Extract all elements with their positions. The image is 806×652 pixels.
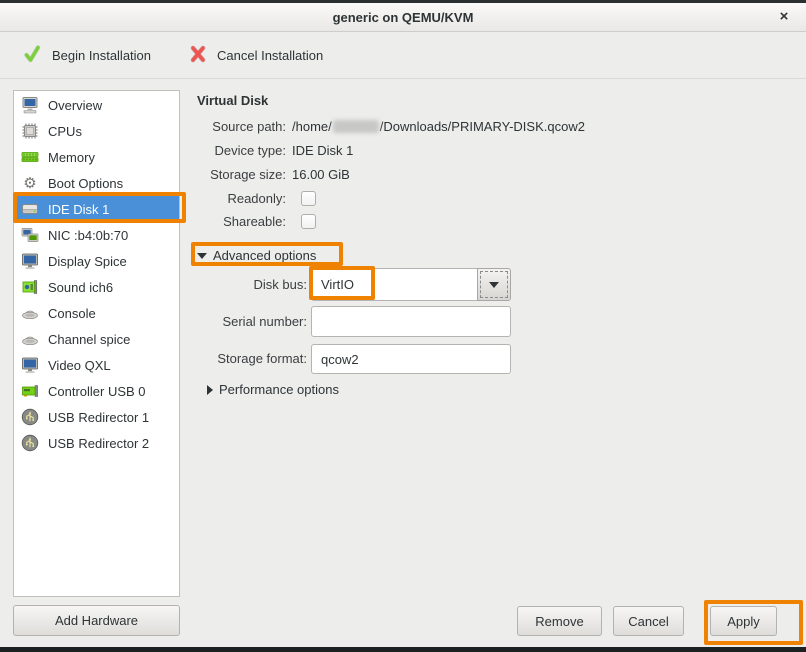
readonly-row: Readonly: (190, 191, 316, 206)
apply-label: Apply (727, 614, 760, 629)
performance-options-label: Performance options (219, 382, 339, 397)
advanced-options-label: Advanced options (213, 248, 316, 263)
cancel-button[interactable]: Cancel (613, 606, 684, 636)
checkmark-icon (22, 44, 42, 67)
sidebar-item-overview[interactable]: Overview (14, 92, 179, 118)
shareable-row: Shareable: (190, 214, 316, 229)
sidebar-item-usb-redirector-2[interactable]: USB Redirector 2 (14, 430, 179, 456)
readonly-label: Readonly: (190, 191, 286, 206)
sidebar-item-boot-options[interactable]: ⚙ Boot Options (14, 170, 179, 196)
close-icon[interactable]: × (774, 7, 794, 27)
cpu-icon (20, 121, 40, 141)
shareable-label: Shareable: (190, 214, 286, 229)
monitor-icon (20, 355, 40, 375)
vm-details-window: generic on QEMU/KVM × Begin Installation… (0, 0, 806, 652)
device-type-label: Device type: (190, 143, 286, 158)
sidebar-item-ide-disk-1[interactable]: IDE Disk 1 (14, 196, 179, 222)
window-title: generic on QEMU/KVM (333, 10, 474, 25)
sidebar-item-label: NIC :b4:0b:70 (48, 228, 128, 243)
disk-bus-dropdown-button[interactable] (477, 268, 511, 301)
storage-size-label: Storage size: (190, 167, 286, 182)
advanced-options-expander[interactable]: Advanced options (197, 248, 316, 263)
sidebar-item-video-qxl[interactable]: Video QXL (14, 352, 179, 378)
computer-icon (20, 95, 40, 115)
sidebar-item-usb-redirector-1[interactable]: USB Redirector 1 (14, 404, 179, 430)
sidebar-item-display-spice[interactable]: Display Spice (14, 248, 179, 274)
expander-open-icon (197, 253, 207, 259)
sidebar-item-channel-spice[interactable]: Channel spice (14, 326, 179, 352)
serial-icon (20, 329, 40, 349)
storage-size-value: 16.00 GiB (292, 167, 350, 182)
sidebar-item-label: Channel spice (48, 332, 130, 347)
shareable-checkbox[interactable] (301, 214, 316, 229)
toolbar: Begin Installation Cancel Installation (0, 32, 806, 79)
chevron-down-icon (489, 282, 499, 288)
sidebar-item-label: Video QXL (48, 358, 111, 373)
usb-icon (20, 407, 40, 427)
titlebar[interactable]: generic on QEMU/KVM × (0, 3, 806, 32)
remove-label: Remove (535, 614, 583, 629)
storage-size-row: Storage size: 16.00 GiB (190, 167, 350, 182)
sidebar-item-label: CPUs (48, 124, 82, 139)
sidebar-item-controller-usb-0[interactable]: Controller USB 0 (14, 378, 179, 404)
sidebar-item-label: Boot Options (48, 176, 123, 191)
begin-installation-button[interactable]: Begin Installation (14, 38, 159, 73)
gears-icon: ⚙ (20, 173, 40, 193)
disk-bus-label: Disk bus: (197, 277, 307, 292)
source-path-row: Source path: /home//Downloads/PRIMARY-DI… (190, 119, 585, 134)
source-path-label: Source path: (190, 119, 286, 134)
cancel-label: Cancel (628, 614, 668, 629)
memory-icon (20, 147, 40, 167)
storage-format-label: Storage format: (197, 351, 307, 366)
readonly-checkbox[interactable] (301, 191, 316, 206)
apply-button[interactable]: Apply (710, 606, 777, 636)
sidebar-item-label: IDE Disk 1 (48, 202, 109, 217)
device-type-row: Device type: IDE Disk 1 (190, 143, 353, 158)
sidebar-item-label: Sound ich6 (48, 280, 113, 295)
disk-bus-value: VirtIO (321, 277, 354, 292)
sidebar-item-label: Console (48, 306, 96, 321)
usb-icon (20, 433, 40, 453)
sidebar-item-label: Display Spice (48, 254, 127, 269)
serial-number-label: Serial number: (197, 314, 307, 329)
sidebar-item-console[interactable]: Console (14, 300, 179, 326)
hardware-list: Overview CPUs Memory ⚙ Boot Options IDE Disk … (13, 90, 180, 597)
network-icon (20, 225, 40, 245)
add-hardware-label: Add Hardware (55, 613, 138, 628)
serial-number-input[interactable] (311, 306, 511, 337)
sidebar-item-memory[interactable]: Memory (14, 144, 179, 170)
sidebar-item-nic-b4-0b-70[interactable]: NIC :b4:0b:70 (14, 222, 179, 248)
begin-installation-label: Begin Installation (52, 48, 151, 63)
sidebar-item-label: Memory (48, 150, 95, 165)
storage-format-input[interactable] (311, 344, 511, 374)
sidebar-item-cpus[interactable]: CPUs (14, 118, 179, 144)
remove-button[interactable]: Remove (517, 606, 602, 636)
redacted-username (333, 120, 379, 133)
serial-icon (20, 303, 40, 323)
sidebar-item-label: Controller USB 0 (48, 384, 146, 399)
disk-bus-combobox[interactable]: VirtIO (311, 268, 478, 301)
sidebar-item-label: Overview (48, 98, 102, 113)
controller-icon (20, 381, 40, 401)
expander-closed-icon (207, 385, 213, 395)
add-hardware-button[interactable]: Add Hardware (13, 605, 180, 636)
device-type-value: IDE Disk 1 (292, 143, 353, 158)
cancel-installation-button[interactable]: Cancel Installation (181, 39, 331, 72)
sidebar-item-label: USB Redirector 1 (48, 410, 149, 425)
red-x-icon (189, 45, 207, 66)
window-top-edge (0, 0, 806, 3)
sound-icon (20, 277, 40, 297)
sidebar-item-sound-ich6[interactable]: Sound ich6 (14, 274, 179, 300)
cancel-installation-label: Cancel Installation (217, 48, 323, 63)
performance-options-expander[interactable]: Performance options (207, 382, 339, 397)
monitor-icon (20, 251, 40, 271)
sidebar-item-label: USB Redirector 2 (48, 436, 149, 451)
disk-icon (20, 199, 40, 219)
window-bottom-edge (0, 647, 806, 652)
panel-heading: Virtual Disk (197, 93, 268, 108)
source-path-value: /home//Downloads/PRIMARY-DISK.qcow2 (292, 119, 585, 134)
